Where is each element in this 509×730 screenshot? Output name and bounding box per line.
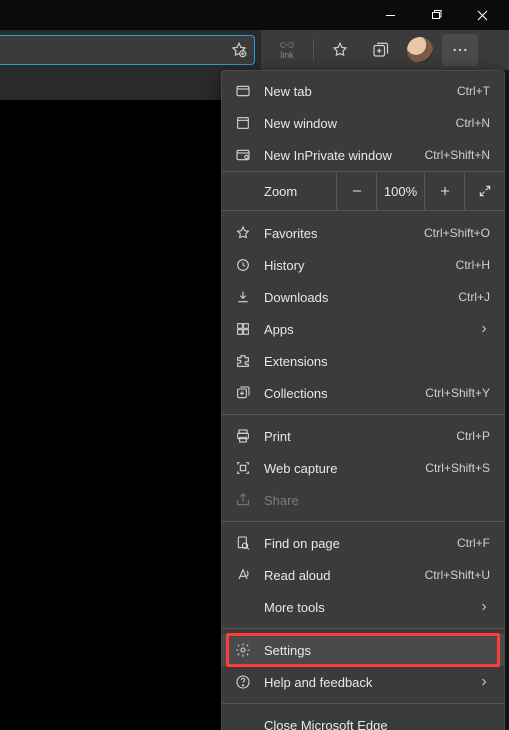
menu-shortcut: Ctrl+Shift+Y xyxy=(425,386,490,400)
history-icon xyxy=(234,256,252,274)
menu-read-aloud[interactable]: Read aloud Ctrl+Shift+U xyxy=(222,559,504,591)
chevron-right-icon xyxy=(478,323,490,335)
menu-settings[interactable]: Settings xyxy=(222,634,504,666)
menu-label: Share xyxy=(264,493,490,508)
menu-print[interactable]: Print Ctrl+P xyxy=(222,420,504,452)
menu-shortcut: Ctrl+Shift+O xyxy=(424,226,490,240)
read-aloud-icon xyxy=(234,566,252,584)
menu-share: Share xyxy=(222,484,504,516)
menu-label: More tools xyxy=(264,600,466,615)
menu-label: Read aloud xyxy=(264,568,413,583)
menu-label: Extensions xyxy=(264,354,490,369)
menu-label: Help and feedback xyxy=(264,675,466,690)
address-bar[interactable] xyxy=(0,35,255,65)
extensions-icon xyxy=(234,352,252,370)
window-minimize-button[interactable] xyxy=(367,0,413,30)
fullscreen-button[interactable] xyxy=(464,171,504,211)
menu-separator xyxy=(222,628,504,629)
menu-shortcut: Ctrl+N xyxy=(456,116,490,130)
menu-label: Find on page xyxy=(264,536,445,551)
menu-web-capture[interactable]: Web capture Ctrl+Shift+S xyxy=(222,452,504,484)
menu-label: Apps xyxy=(264,322,466,337)
menu-more-tools[interactable]: More tools xyxy=(222,591,504,623)
menu-shortcut: Ctrl+P xyxy=(456,429,490,443)
zoom-out-button[interactable] xyxy=(336,171,376,211)
download-icon xyxy=(234,288,252,306)
menu-extensions[interactable]: Extensions xyxy=(222,345,504,377)
profile-button[interactable] xyxy=(402,34,438,66)
menu-label: Close Microsoft Edge xyxy=(264,718,490,730)
share-icon xyxy=(234,491,252,509)
link-label: link xyxy=(280,50,294,60)
menu-apps[interactable]: Apps xyxy=(222,313,504,345)
menu-label: Favorites xyxy=(264,226,412,241)
web-capture-icon xyxy=(234,459,252,477)
settings-and-more-menu: New tab Ctrl+T New window Ctrl+N New InP… xyxy=(221,70,505,730)
menu-shortcut: Ctrl+H xyxy=(456,258,490,272)
avatar xyxy=(407,37,433,63)
link-button[interactable]: link xyxy=(269,34,305,66)
add-favorite-icon[interactable] xyxy=(230,41,248,59)
apps-icon xyxy=(234,320,252,338)
browser-toolbar: link xyxy=(0,30,509,70)
menu-shortcut: Ctrl+T xyxy=(457,84,490,98)
help-icon xyxy=(234,673,252,691)
menu-label: Print xyxy=(264,429,444,444)
menu-label: Downloads xyxy=(264,290,446,305)
inprivate-icon xyxy=(234,146,252,164)
gear-icon xyxy=(234,641,252,659)
menu-label: Settings xyxy=(264,643,490,658)
menu-new-inprivate[interactable]: New InPrivate window Ctrl+Shift+N xyxy=(222,139,504,171)
star-icon xyxy=(234,224,252,242)
menu-label: New window xyxy=(264,116,444,131)
menu-shortcut: Ctrl+F xyxy=(457,536,490,550)
new-window-icon xyxy=(234,114,252,132)
collections-icon xyxy=(234,384,252,402)
favorites-button[interactable] xyxy=(322,34,358,66)
settings-highlight: Settings xyxy=(222,634,504,666)
new-tab-icon xyxy=(234,82,252,100)
menu-shortcut: Ctrl+Shift+S xyxy=(425,461,490,475)
collections-button[interactable] xyxy=(362,34,398,66)
zoom-value: 100% xyxy=(376,171,424,211)
menu-shortcut: Ctrl+Shift+N xyxy=(425,148,490,162)
menu-label: New tab xyxy=(264,84,445,99)
menu-help-feedback[interactable]: Help and feedback xyxy=(222,666,504,698)
menu-new-tab[interactable]: New tab Ctrl+T xyxy=(222,75,504,107)
menu-label: Web capture xyxy=(264,461,413,476)
menu-new-window[interactable]: New window Ctrl+N xyxy=(222,107,504,139)
window-titlebar xyxy=(0,0,509,30)
menu-zoom-row: Zoom 100% xyxy=(222,171,504,211)
menu-find-on-page[interactable]: Find on page Ctrl+F xyxy=(222,527,504,559)
address-bar-region xyxy=(0,30,261,70)
chevron-right-icon xyxy=(478,676,490,688)
find-icon xyxy=(234,534,252,552)
menu-label: Collections xyxy=(264,386,413,401)
settings-and-more-button[interactable] xyxy=(442,34,478,66)
menu-close-edge[interactable]: Close Microsoft Edge xyxy=(222,709,504,730)
menu-shortcut: Ctrl+J xyxy=(458,290,490,304)
toolbar-right: link xyxy=(261,30,509,70)
print-icon xyxy=(234,427,252,445)
menu-label: New InPrivate window xyxy=(264,148,413,163)
menu-separator xyxy=(222,703,504,704)
menu-separator xyxy=(222,414,504,415)
menu-shortcut: Ctrl+Shift+U xyxy=(425,568,490,582)
menu-favorites[interactable]: Favorites Ctrl+Shift+O xyxy=(222,217,504,249)
toolbar-separator xyxy=(313,39,314,61)
zoom-label: Zoom xyxy=(222,184,336,199)
menu-separator xyxy=(222,521,504,522)
zoom-in-button[interactable] xyxy=(424,171,464,211)
menu-collections[interactable]: Collections Ctrl+Shift+Y xyxy=(222,377,504,409)
menu-history[interactable]: History Ctrl+H xyxy=(222,249,504,281)
chevron-right-icon xyxy=(478,601,490,613)
menu-label: History xyxy=(264,258,444,273)
window-restore-button[interactable] xyxy=(413,0,459,30)
menu-downloads[interactable]: Downloads Ctrl+J xyxy=(222,281,504,313)
window-close-button[interactable] xyxy=(459,0,505,30)
